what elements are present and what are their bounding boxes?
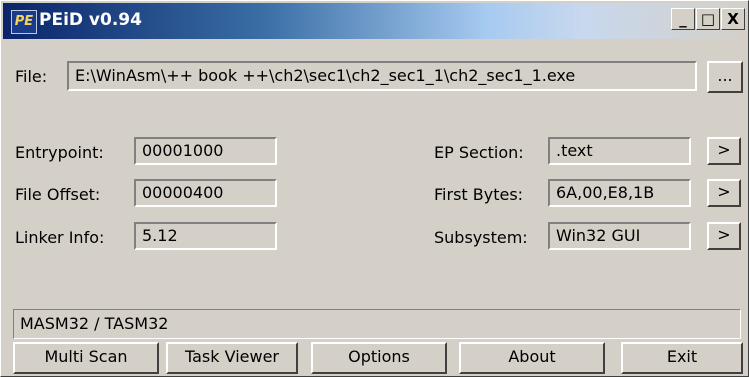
options-button[interactable]: Options — [311, 342, 447, 374]
first-bytes-button[interactable]: > — [707, 179, 741, 207]
peid-app-icon: PE — [11, 10, 37, 34]
close-button[interactable]: X — [721, 8, 745, 30]
ep-section-button[interactable]: > — [707, 137, 741, 165]
first-bytes-label: First Bytes: — [434, 185, 524, 204]
maximize-button[interactable]: □ — [696, 8, 720, 30]
first-bytes-field[interactable]: 6A,00,E8,1B — [548, 179, 691, 207]
subsystem-field[interactable]: Win32 GUI — [548, 222, 691, 250]
file-label: File: — [15, 67, 48, 86]
ep-section-label: EP Section: — [434, 143, 524, 162]
linker-info-field[interactable]: 5.12 — [134, 222, 277, 250]
detection-result: MASM32 / TASM32 — [13, 309, 741, 339]
multi-scan-button[interactable]: Multi Scan — [13, 342, 159, 374]
close-icon: X — [727, 10, 739, 28]
entrypoint-label: Entrypoint: — [15, 143, 104, 162]
title-bar[interactable]: PE PEiD v0.94 _ □ X — [3, 3, 746, 39]
maximize-icon: □ — [700, 10, 716, 28]
file-offset-field[interactable]: 00000400 — [134, 179, 277, 207]
entrypoint-field[interactable]: 00001000 — [134, 137, 277, 165]
linker-info-label: Linker Info: — [15, 228, 105, 247]
exit-button[interactable]: Exit — [621, 342, 743, 374]
subsystem-button[interactable]: > — [707, 222, 741, 250]
minimize-icon: _ — [679, 10, 687, 28]
about-button[interactable]: About — [459, 342, 605, 374]
peid-window: PE PEiD v0.94 _ □ X File: E:\WinAsm\++ b… — [0, 0, 749, 377]
file-offset-label: File Offset: — [15, 185, 101, 204]
window-title: PEiD v0.94 — [39, 10, 142, 30]
browse-button[interactable]: ... — [707, 61, 743, 93]
task-viewer-button[interactable]: Task Viewer — [166, 342, 298, 374]
ep-section-field[interactable]: .text — [548, 137, 691, 165]
file-path-field[interactable]: E:\WinAsm\++ book ++\ch2\sec1\ch2_sec1_1… — [67, 61, 697, 91]
subsystem-label: Subsystem: — [434, 228, 528, 247]
minimize-button[interactable]: _ — [671, 8, 695, 30]
